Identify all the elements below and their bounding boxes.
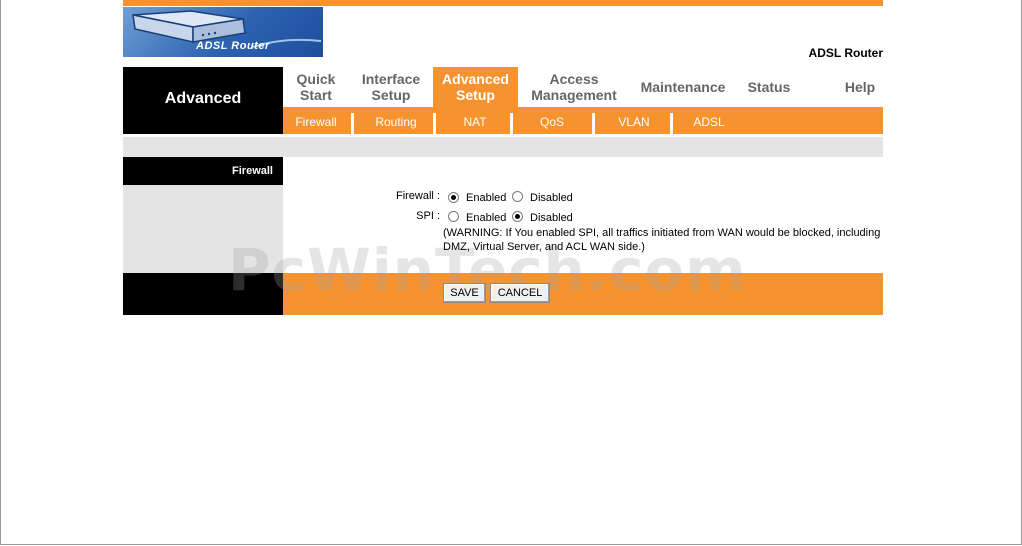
submenu-qos[interactable]: QoS <box>518 107 586 134</box>
firewall-enabled-label: Enabled <box>466 192 507 204</box>
menu-label-line1: Status <box>747 79 791 95</box>
menu-interface-setup[interactable]: Interface Setup <box>356 67 426 107</box>
submenu-nat[interactable]: NAT <box>442 107 508 134</box>
menu-label-line2: Start <box>300 87 332 103</box>
menu-label-line1: Interface <box>361 71 421 87</box>
submenu-divider <box>351 113 354 134</box>
submenu-routing[interactable]: Routing <box>360 107 432 134</box>
cancel-button[interactable]: CANCEL <box>490 283 550 303</box>
spi-enabled-radio[interactable] <box>448 211 459 222</box>
firewall-disabled-radio[interactable] <box>512 191 523 202</box>
spi-disabled-radio[interactable] <box>512 211 523 222</box>
submenu-divider <box>592 113 595 134</box>
spi-disabled-label: Disabled <box>530 212 573 224</box>
firewall-enabled-radio[interactable] <box>448 192 459 203</box>
sidebar-current-page: Firewall <box>232 165 273 177</box>
firewall-disabled-label: Disabled <box>530 192 573 204</box>
menu-label-line1: Help <box>844 79 876 95</box>
submenu-divider <box>510 113 513 134</box>
menu-label-line2: Management <box>531 87 617 103</box>
spi-label: SPI : <box>416 210 440 222</box>
submenu-vlan[interactable]: VLAN <box>600 107 668 134</box>
content-top-band <box>123 137 883 157</box>
spi-warning-text: (WARNING: If You enabled SPI, all traffi… <box>443 227 881 253</box>
top-accent-bar <box>123 0 883 6</box>
logo-text: ADSL Router <box>196 40 270 52</box>
menu-label-line1: Maintenance <box>640 79 726 95</box>
menu-advanced-setup[interactable]: Advanced Setup <box>433 67 518 107</box>
submenu-divider <box>670 113 673 134</box>
menu-label-line1: Access <box>549 71 599 87</box>
section-title: Advanced <box>164 90 242 107</box>
submenu-adsl[interactable]: ADSL <box>678 107 740 134</box>
menu-label-line2: Setup <box>371 87 411 103</box>
menu-label-line2: Setup <box>456 87 495 103</box>
spi-enabled-label: Enabled <box>466 212 507 224</box>
submenu-divider <box>433 113 436 134</box>
menu-help[interactable]: Help <box>840 67 880 107</box>
menu-label-line1: Quick <box>296 71 336 87</box>
menu-label-line1: Advanced <box>442 71 509 87</box>
menu-status[interactable]: Status <box>745 67 793 107</box>
menu-access-management[interactable]: Access Management <box>526 67 622 107</box>
product-name: ADSL Router <box>808 46 883 60</box>
save-button[interactable]: SAVE <box>443 283 486 303</box>
router-logo: ADSL Router <box>123 7 323 57</box>
menu-quick-start[interactable]: Quick Start <box>293 67 339 107</box>
menu-maintenance[interactable]: Maintenance <box>637 67 729 107</box>
firewall-label: Firewall : <box>395 190 440 202</box>
submenu-firewall[interactable]: Firewall <box>288 107 344 134</box>
